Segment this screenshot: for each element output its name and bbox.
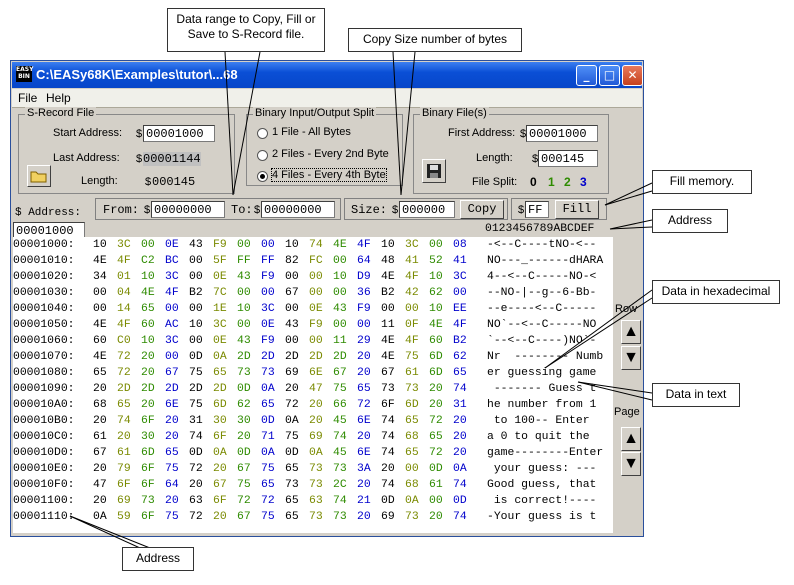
callout-address-top: Address: [652, 209, 728, 233]
callout-data-range: Data range to Copy, Fill or Save to S-Re…: [167, 8, 325, 52]
callout-data-hex: Data in hexadecimal: [652, 280, 780, 304]
callout-address-bottom: Address: [122, 547, 194, 571]
callout-fill-memory: Fill memory.: [652, 170, 752, 194]
callout-data-text: Data in text: [652, 383, 740, 407]
callout-copy-size: Copy Size number of bytes: [348, 28, 522, 52]
